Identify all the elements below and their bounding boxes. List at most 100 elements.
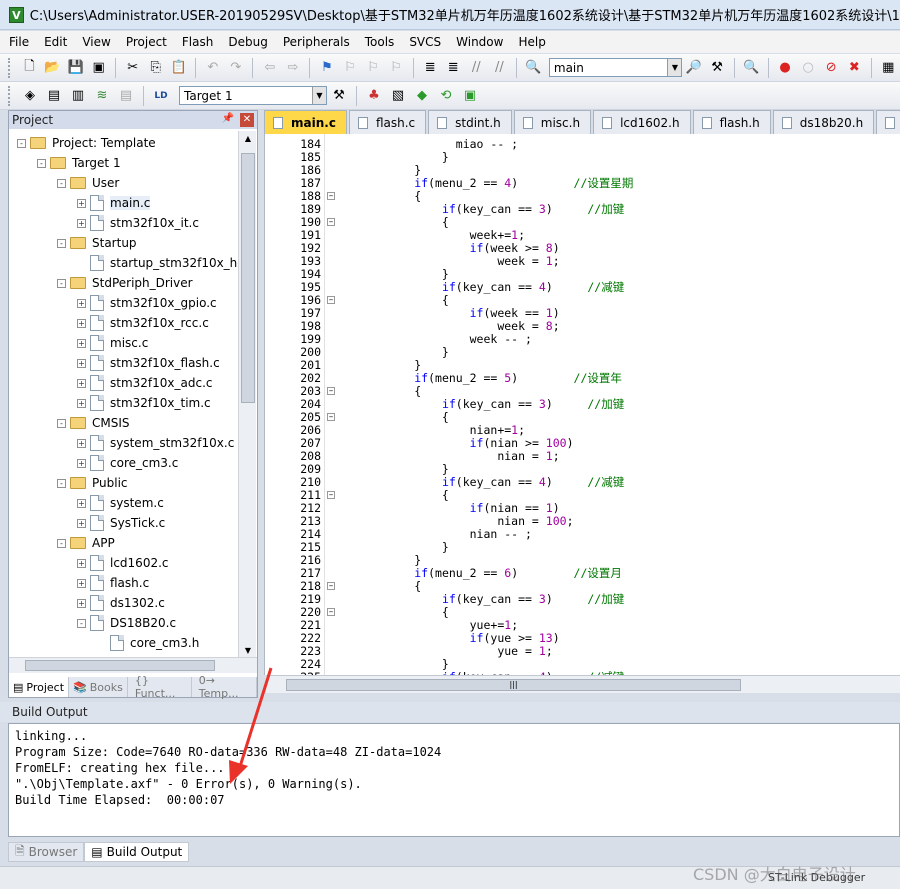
stop-build-icon[interactable]: ▤ (116, 86, 136, 106)
tree-node[interactable]: + stm32f10x_gpio.c (77, 293, 217, 313)
chevron-down-icon[interactable]: ▼ (312, 87, 326, 104)
expand-icon[interactable]: + (77, 398, 86, 408)
collapse-icon[interactable]: - (57, 538, 66, 548)
nav-forward-icon[interactable]: ⇨ (283, 58, 302, 78)
find-in-files-icon[interactable]: 🔍 (524, 58, 543, 78)
unindent-icon[interactable]: ≣ (444, 58, 463, 78)
fold-collapse-icon[interactable]: − (327, 192, 335, 200)
tree-horizontal-scrollbar[interactable] (9, 657, 257, 673)
tree-node[interactable]: - StdPeriph_Driver (57, 273, 193, 293)
expand-icon[interactable]: + (77, 558, 86, 568)
expand-icon[interactable]: + (77, 198, 86, 208)
expand-icon[interactable]: + (77, 578, 86, 588)
file-tab[interactable]: flash.h (692, 110, 771, 134)
file-tab[interactable]: misc.h (513, 110, 592, 134)
fold-collapse-icon[interactable]: − (327, 387, 335, 395)
open-file-icon[interactable]: 📂 (43, 58, 62, 78)
manage-project-items-icon[interactable]: ♣ (364, 86, 384, 106)
redo-icon[interactable]: ↷ (226, 58, 245, 78)
chevron-down-icon[interactable]: ▼ (667, 59, 682, 76)
tree-node[interactable]: + stm32f10x_tim.c (77, 393, 211, 413)
save-icon[interactable]: 💾 (66, 58, 85, 78)
expand-icon[interactable]: + (77, 378, 86, 388)
toolbar-grip[interactable] (8, 85, 12, 106)
menu-help[interactable]: Help (518, 35, 545, 49)
menu-project[interactable]: Project (126, 35, 167, 49)
tree-node[interactable]: + stm32f10x_adc.c (77, 373, 213, 393)
editor-horizontal-scrollbar[interactable]: ||| (266, 675, 900, 693)
next-bookmark-icon[interactable]: ⚐ (364, 58, 383, 78)
incremental-find-icon[interactable]: ⚒ (708, 58, 727, 78)
close-icon[interactable]: ✕ (240, 113, 254, 127)
project-panel-tab[interactable]: 📚 Books (69, 677, 128, 697)
collapse-icon[interactable]: - (77, 618, 86, 628)
menu-file[interactable]: File (9, 35, 29, 49)
file-tab[interactable]: main.c (264, 110, 347, 134)
collapse-icon[interactable]: - (57, 478, 66, 488)
fold-collapse-icon[interactable]: − (327, 582, 335, 590)
target-combo[interactable]: Target 1 ▼ (179, 86, 327, 105)
expand-icon[interactable]: + (77, 498, 86, 508)
tree-node[interactable]: + main.c (77, 193, 151, 213)
kill-breakpoints-icon[interactable]: ✖ (845, 58, 864, 78)
prev-bookmark-icon[interactable]: ⚐ (340, 58, 359, 78)
tree-node[interactable]: + stm32f10x_flash.c (77, 353, 220, 373)
rebuild-icon[interactable]: ▥ (68, 86, 88, 106)
fold-collapse-icon[interactable]: − (327, 218, 335, 226)
copy-icon[interactable]: ⎘ (146, 58, 165, 78)
disable-breakpoint-icon[interactable]: ○ (799, 58, 818, 78)
tree-node[interactable]: + stm32f10x_it.c (77, 213, 199, 233)
select-packs-icon[interactable]: ▧ (388, 86, 408, 106)
pack-installer-icon[interactable]: ⟲ (436, 86, 456, 106)
project-panel-tab[interactable]: {} Funct... (128, 674, 192, 700)
file-tab[interactable]: lcd1602.h (593, 110, 691, 134)
build-output-tab[interactable]: 🗎 Browser (8, 842, 85, 862)
target-options-icon[interactable]: ⚒ (329, 86, 349, 106)
manage-rte-icon[interactable]: ◆ (412, 86, 432, 106)
scroll-thumb[interactable]: ||| (286, 679, 741, 691)
tree-node[interactable]: - Startup (57, 233, 137, 253)
indent-icon[interactable]: ≣ (421, 58, 440, 78)
collapse-icon[interactable]: - (57, 178, 66, 188)
menu-view[interactable]: View (82, 35, 110, 49)
menu-window[interactable]: Window (456, 35, 503, 49)
scroll-thumb[interactable] (25, 660, 215, 671)
expand-icon[interactable]: + (77, 438, 86, 448)
comment-icon[interactable]: // (467, 58, 486, 78)
fold-collapse-icon[interactable]: − (327, 608, 335, 616)
toolbar-grip[interactable] (8, 57, 12, 78)
expand-icon[interactable]: + (77, 358, 86, 368)
menu-flash[interactable]: Flash (182, 35, 213, 49)
expand-icon[interactable]: + (77, 298, 86, 308)
expand-icon[interactable]: + (77, 458, 86, 468)
undo-icon[interactable]: ↶ (203, 58, 222, 78)
expand-icon[interactable]: + (77, 518, 86, 528)
file-tab[interactable]: ds1 (876, 110, 900, 134)
software-packs-icon[interactable]: ▣ (460, 86, 480, 106)
bookmark-icon[interactable]: ⚑ (317, 58, 336, 78)
menu-svcs[interactable]: SVCS (409, 35, 441, 49)
tree-node[interactable]: + misc.c (77, 333, 148, 353)
fold-collapse-icon[interactable]: − (327, 413, 335, 421)
tree-node[interactable]: + system_stm32f10x.c (77, 433, 234, 453)
tree-node[interactable]: - DS18B20.c (77, 613, 176, 633)
tree-node[interactable]: + flash.c (77, 573, 149, 593)
menu-peripherals[interactable]: Peripherals (283, 35, 350, 49)
collapse-icon[interactable]: - (37, 158, 46, 168)
expand-icon[interactable]: + (77, 338, 86, 348)
tree-node[interactable]: - Public (57, 473, 128, 493)
build-output-pane[interactable]: linking... Program Size: Code=7640 RO-dat… (8, 723, 900, 837)
batch-build-icon[interactable]: ≋ (92, 86, 112, 106)
file-tab[interactable]: flash.c (348, 110, 427, 134)
project-panel-tab[interactable]: ▤ Project (9, 677, 70, 697)
new-file-icon[interactable]: 🗋 (20, 58, 39, 78)
tree-node[interactable]: + lcd1602.c (77, 553, 169, 573)
project-panel-tab[interactable]: 0→ Temp... (192, 674, 257, 700)
tree-node[interactable]: + stm32f10x_rcc.c (77, 313, 209, 333)
fold-collapse-icon[interactable]: − (327, 491, 335, 499)
tree-node[interactable]: - CMSIS (57, 413, 130, 433)
menu-edit[interactable]: Edit (44, 35, 67, 49)
tree-node[interactable]: - Project: Template (17, 133, 156, 153)
pin-icon[interactable]: 📌 (222, 113, 234, 127)
expand-icon[interactable]: + (77, 598, 86, 608)
